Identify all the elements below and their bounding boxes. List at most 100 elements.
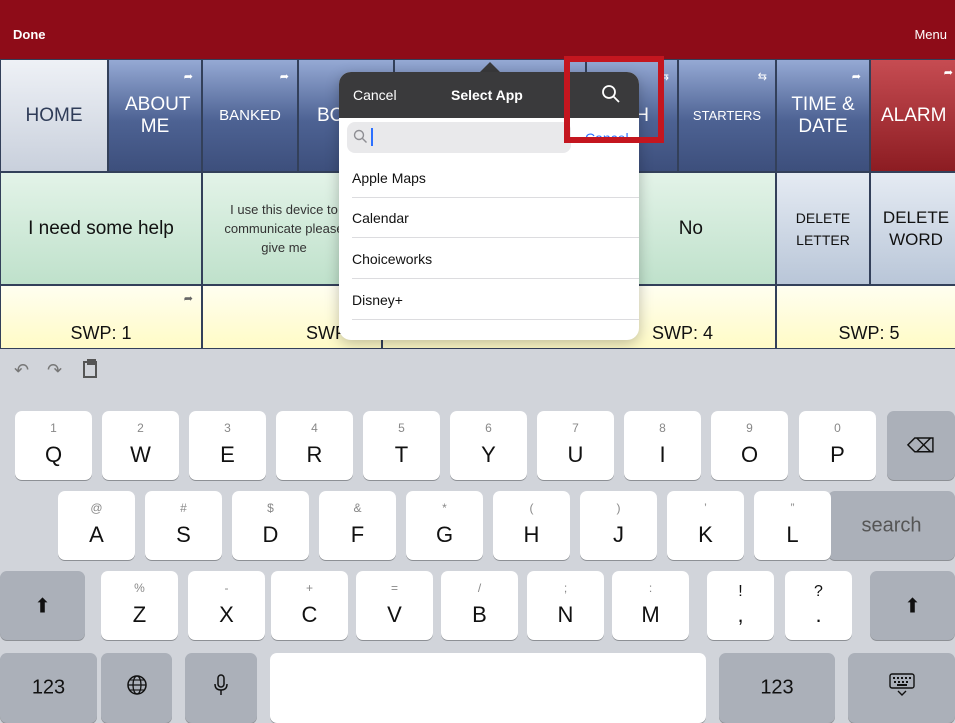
key-secondary-label: : bbox=[648, 581, 653, 595]
search-key[interactable]: search bbox=[828, 491, 955, 560]
key-secondary-label: / bbox=[477, 581, 482, 595]
key-a[interactable]: @ A bbox=[58, 491, 135, 560]
paste-icon[interactable] bbox=[82, 358, 100, 385]
key-z[interactable]: % Z bbox=[101, 571, 178, 640]
key-primary-label: T bbox=[394, 442, 409, 467]
app-item-disney-plus[interactable]: Disney+ bbox=[352, 280, 639, 320]
key-l[interactable]: ” L bbox=[754, 491, 831, 560]
key-primary-label: F bbox=[350, 522, 365, 547]
popover-cancel-button[interactable]: Cancel bbox=[353, 87, 397, 103]
key-primary-label: D bbox=[262, 522, 279, 547]
globe-key[interactable] bbox=[101, 653, 172, 723]
key-g[interactable]: * G bbox=[406, 491, 483, 560]
key-o[interactable]: 9O bbox=[711, 411, 788, 480]
key-primary-label: H bbox=[523, 522, 540, 547]
key-d[interactable]: $ D bbox=[232, 491, 309, 560]
key-k[interactable]: ’ K bbox=[667, 491, 744, 560]
key-u[interactable]: 7U bbox=[537, 411, 614, 480]
key-secondary-label: @ bbox=[90, 501, 103, 515]
key-e[interactable]: 3E bbox=[189, 411, 266, 480]
starters-button[interactable]: ⇆ STARTERS bbox=[678, 59, 776, 172]
key-primary-label: L bbox=[786, 522, 799, 547]
keyboard-hide-icon bbox=[848, 673, 955, 703]
key-primary-label: K bbox=[698, 522, 713, 547]
key-b[interactable]: / B bbox=[441, 571, 518, 640]
key-primary-label: U bbox=[567, 442, 584, 467]
alarm-button[interactable]: ➦ ALARM bbox=[870, 59, 955, 172]
swipe-cell-5[interactable]: SWP: 5 bbox=[776, 285, 955, 349]
key-primary-label: W bbox=[130, 442, 151, 467]
menu-button[interactable]: Menu bbox=[914, 27, 947, 42]
key-secondary-label: % bbox=[134, 581, 145, 595]
phrase-need-help[interactable]: I need some help bbox=[0, 172, 202, 285]
delete-word-button[interactable]: DELETE WORD bbox=[870, 172, 955, 285]
key-primary-label: A bbox=[89, 522, 104, 547]
key-primary-label: P bbox=[830, 442, 845, 467]
key-p[interactable]: 0P bbox=[799, 411, 876, 480]
key-m[interactable]: :M bbox=[612, 571, 689, 640]
key-n[interactable]: ; N bbox=[527, 571, 604, 640]
redo-icon[interactable]: ↷ bbox=[47, 360, 62, 381]
key-secondary-label: $ bbox=[267, 501, 274, 515]
key-f[interactable]: & F bbox=[319, 491, 396, 560]
key-h[interactable]: (H bbox=[493, 491, 570, 560]
delete-letter-button[interactable]: DELETE LETTER bbox=[776, 172, 870, 285]
key-r[interactable]: 4R bbox=[276, 411, 353, 480]
key-secondary-label: 2 bbox=[137, 421, 144, 435]
key-q[interactable]: 1Q bbox=[15, 411, 92, 480]
app-item-calendar[interactable]: Calendar bbox=[352, 198, 639, 238]
key-primary-label: R bbox=[306, 442, 323, 467]
comma-key[interactable]: ! , bbox=[707, 571, 774, 640]
share-arrow-icon: ➦ bbox=[279, 71, 289, 83]
key-primary-label: B bbox=[472, 602, 487, 627]
backspace-key[interactable]: ⌫ bbox=[887, 411, 955, 480]
key-s[interactable]: # S bbox=[145, 491, 222, 560]
key-secondary-label: + bbox=[305, 581, 313, 595]
key-primary-label: N bbox=[557, 602, 574, 627]
banked-button[interactable]: ➦ BANKED bbox=[202, 59, 298, 172]
app-item-partial[interactable] bbox=[352, 321, 639, 340]
home-button[interactable]: HOME bbox=[0, 59, 108, 172]
key-primary-label: M bbox=[641, 602, 660, 627]
key-j[interactable]: ) J bbox=[580, 491, 657, 560]
key-v[interactable]: = V bbox=[356, 571, 433, 640]
key-y[interactable]: 6Y bbox=[450, 411, 527, 480]
about-me-button[interactable]: ➦ ABOUT ME bbox=[108, 59, 202, 172]
numbers-key-left[interactable]: 123 bbox=[0, 653, 97, 723]
space-key[interactable] bbox=[270, 653, 706, 723]
period-key[interactable]: ? . bbox=[785, 571, 852, 640]
app-item-choiceworks[interactable]: Choiceworks bbox=[352, 239, 639, 279]
shift-right-key[interactable]: ⬆ bbox=[870, 571, 955, 640]
key-t[interactable]: 5T bbox=[363, 411, 440, 480]
swap-icon: ⇆ bbox=[757, 71, 767, 83]
shift-left-key[interactable]: ⬆ bbox=[0, 571, 85, 640]
key-c[interactable]: + C bbox=[271, 571, 348, 640]
share-arrow-icon: ➦ bbox=[183, 71, 193, 83]
key-secondary-label: 9 bbox=[746, 421, 753, 435]
numbers-key-right[interactable]: 123 bbox=[719, 653, 835, 723]
hide-keyboard-key[interactable] bbox=[848, 653, 955, 723]
time-date-button[interactable]: ➦ TIME & DATE bbox=[776, 59, 870, 172]
share-arrow-icon: ➦ bbox=[943, 67, 953, 79]
key-secondary-label: # bbox=[180, 501, 187, 515]
key-primary-label: G bbox=[435, 522, 454, 547]
swipe-cell-1[interactable]: ➦ SWP: 1 bbox=[0, 285, 202, 349]
key-w[interactable]: 2W bbox=[102, 411, 179, 480]
key-primary-label: Y bbox=[481, 442, 496, 467]
microphone-key[interactable] bbox=[185, 653, 257, 723]
backspace-icon: ⌫ bbox=[906, 435, 936, 457]
key-primary-label: I bbox=[659, 442, 666, 467]
share-arrow-icon: ➦ bbox=[183, 293, 193, 305]
key-i[interactable]: 8I bbox=[624, 411, 701, 480]
app-item-apple-maps[interactable]: Apple Maps bbox=[352, 158, 639, 198]
key-secondary-label: ” bbox=[790, 501, 795, 515]
share-arrow-icon: ➦ bbox=[851, 71, 861, 83]
search-highlight-box bbox=[564, 56, 664, 143]
undo-icon[interactable]: ↶ bbox=[14, 360, 29, 381]
key-secondary-label: ) bbox=[616, 501, 621, 515]
key-secondary-label: * bbox=[442, 501, 447, 515]
app-search-input[interactable] bbox=[347, 122, 571, 153]
key-secondary-label: 3 bbox=[224, 421, 231, 435]
key-x[interactable]: -X bbox=[188, 571, 265, 640]
done-button[interactable]: Done bbox=[13, 27, 46, 42]
